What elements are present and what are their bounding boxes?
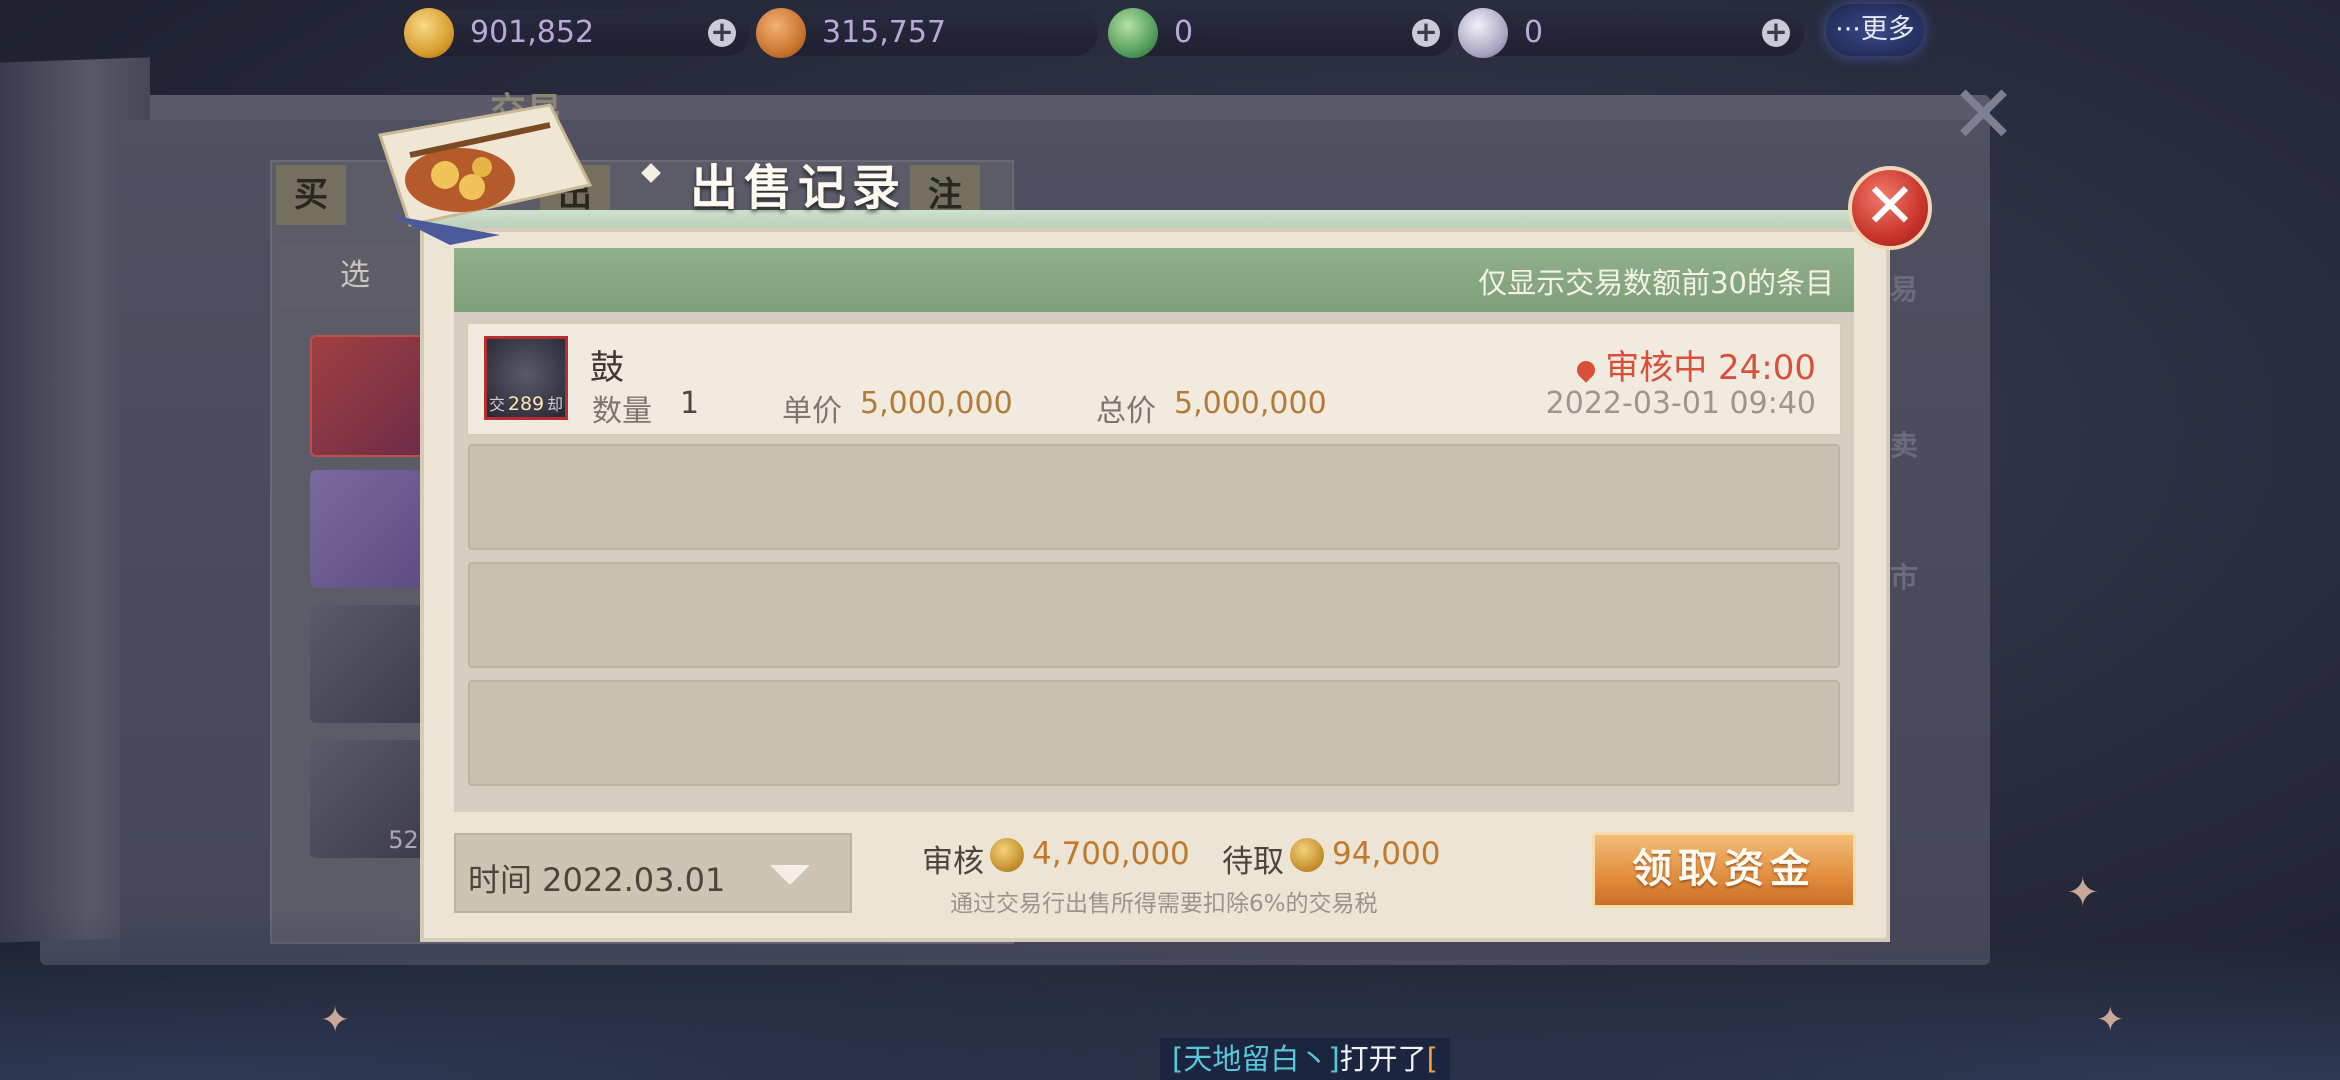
side-label-trade: 易 bbox=[1890, 273, 1919, 306]
chevron-down-icon bbox=[770, 865, 810, 885]
record-row[interactable]: 交 289 却 鼓 数量 1 单价 5,000,000 总价 5,000,000… bbox=[466, 322, 1842, 436]
add-jade-button[interactable]: + bbox=[1412, 18, 1440, 47]
resource-jade: 0 + bbox=[1108, 8, 1454, 58]
review-pin-icon bbox=[1573, 357, 1599, 383]
bronze-ingot-icon bbox=[756, 8, 806, 58]
chat-item-link[interactable]: [ bbox=[1427, 1042, 1438, 1076]
sparkle-icon: ✦ bbox=[320, 1000, 351, 1041]
sparkle-icon: ✦ bbox=[2066, 870, 2100, 916]
sparkle-icon: ✦ bbox=[2096, 1000, 2125, 1040]
pending-label: 待取 bbox=[1222, 844, 1284, 880]
sales-record-list[interactable]: 交 289 却 鼓 数量 1 单价 5,000,000 总价 5,000,000… bbox=[454, 312, 1854, 812]
close-button[interactable]: ✕ bbox=[1848, 166, 1932, 250]
resource-silver: 0 + bbox=[1458, 8, 1804, 58]
drum-item-icon[interactable]: 交 289 却 bbox=[484, 336, 568, 420]
unit-price-label: 单价 bbox=[782, 394, 842, 429]
record-item-name: 鼓 bbox=[590, 348, 624, 388]
trade-emblem-icon bbox=[378, 103, 593, 245]
side-label-market: 市 bbox=[1890, 561, 1919, 594]
jade-token-icon bbox=[1108, 8, 1158, 58]
claim-funds-button[interactable]: 领取资金 bbox=[1592, 832, 1856, 908]
pending-amount: 94,000 bbox=[1332, 836, 1441, 872]
quantity-label: 数量 bbox=[592, 394, 652, 429]
time-filter-value: 时间 2022.03.01 bbox=[468, 861, 726, 899]
silver-ingot-icon bbox=[1458, 8, 1508, 58]
dialog-title: 出售记录 bbox=[690, 160, 907, 216]
decorative-cross-icon: ✕ bbox=[1950, 68, 2018, 161]
total-price-label: 总价 bbox=[1096, 394, 1156, 429]
chat-broadcast[interactable]: [天地留白丶]打开了[ bbox=[1160, 1038, 1450, 1080]
empty-record-slot bbox=[468, 562, 1840, 668]
tab-buy[interactable]: 买 bbox=[276, 165, 346, 225]
empty-record-slot bbox=[468, 680, 1840, 786]
quantity-value: 1 bbox=[680, 386, 700, 421]
tax-note: 通过交易行出售所得需要扣除6%的交易税 bbox=[950, 891, 1378, 917]
chat-text: 打开了 bbox=[1339, 1042, 1427, 1076]
unit-price-value: 5,000,000 bbox=[860, 386, 1013, 421]
add-silver-button[interactable]: + bbox=[1762, 18, 1790, 47]
gold-ingot-icon bbox=[404, 8, 454, 58]
gold-ingot-icon bbox=[990, 838, 1024, 872]
side-label-sell: 卖 bbox=[1890, 429, 1919, 462]
record-status: 审核中 24:00 bbox=[1573, 340, 1816, 389]
chat-player-name[interactable]: [天地留白丶] bbox=[1172, 1042, 1340, 1076]
empty-record-slot bbox=[468, 444, 1840, 550]
time-filter-dropdown[interactable]: 时间 2022.03.01 bbox=[454, 833, 852, 913]
resource-bronze: 315,757 bbox=[756, 8, 1098, 58]
notice-text: 仅显示交易数额前30的条目 bbox=[1478, 266, 1834, 300]
add-gold-button[interactable]: + bbox=[708, 18, 736, 47]
resource-gold: 901,852 + bbox=[404, 8, 750, 58]
more-button[interactable]: ···更多 bbox=[1826, 4, 1924, 56]
total-price-value: 5,000,000 bbox=[1174, 386, 1327, 421]
review-amount: 4,700,000 bbox=[1032, 836, 1190, 872]
gold-ingot-icon bbox=[1290, 838, 1324, 872]
record-date: 2022-03-01 09:40 bbox=[1545, 386, 1816, 421]
review-label: 审核 bbox=[922, 844, 984, 880]
notice-bar: 仅显示交易数额前30的条目 bbox=[454, 248, 1854, 312]
